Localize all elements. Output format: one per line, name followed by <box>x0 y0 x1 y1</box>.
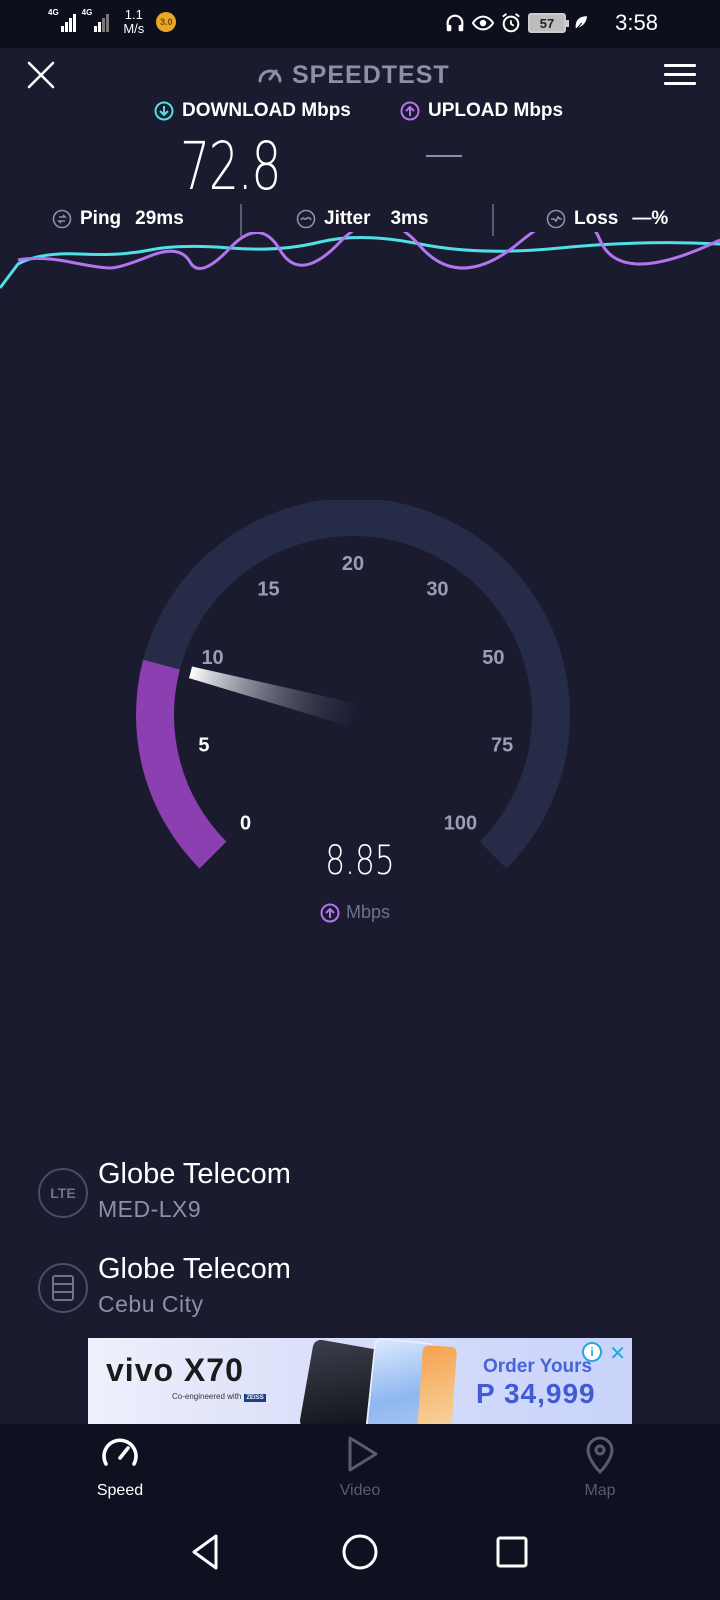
gauge-tick-label: 75 <box>491 735 513 757</box>
nav-map[interactable]: Map <box>540 1432 660 1500</box>
isp-provider[interactable]: LTE Globe Telecom MED-LX9 <box>38 1158 678 1238</box>
signal-strength-2-icon: 4G <box>82 8 110 32</box>
clock: 3:58 <box>615 10 658 35</box>
nav-video[interactable]: Video <box>300 1432 420 1500</box>
download-value: 72.8 <box>180 128 281 205</box>
gauge-tick-label: 30 <box>426 579 448 601</box>
jitter-icon <box>296 209 316 229</box>
upload-label: UPLOAD Mbps <box>428 100 564 121</box>
coin-badge-icon: 3.0 <box>156 12 177 32</box>
network-speed-indicator: 1.1 M/s <box>123 8 144 36</box>
headphones-icon <box>446 14 464 32</box>
nav-map-label: Map <box>584 1482 616 1499</box>
ad-tagline-text: Co-engineered with <box>172 1392 242 1401</box>
nav-speed-label: Speed <box>96 1482 144 1499</box>
gauge-fill <box>136 659 227 869</box>
download-arrow-icon <box>154 101 174 121</box>
lte-icon: LTE <box>38 1168 88 1218</box>
jitter-metric: Jitter 3ms <box>296 208 429 230</box>
gauge-tick-label: 5 <box>198 735 209 757</box>
system-navigation-bar <box>0 1510 720 1600</box>
upload-arrow-icon <box>320 903 340 922</box>
ad-info-icon[interactable]: i <box>582 1342 602 1362</box>
server-icon <box>38 1263 88 1313</box>
download-speed-line <box>0 235 720 289</box>
speedometer-logo-icon <box>258 69 282 83</box>
network-type-1: 4G <box>48 8 59 17</box>
download-header: DOWNLOAD Mbps <box>154 100 351 122</box>
upload-arrow-icon <box>400 101 420 121</box>
gauge-tick-label: 0 <box>240 812 251 834</box>
ping-value: 29ms <box>135 208 184 229</box>
server-name: Globe Telecom <box>98 1253 291 1285</box>
loss-metric: Loss —% <box>546 208 668 230</box>
status-bar-left: 4G 4G 1.1 M/s 3.0 <box>48 8 177 36</box>
signal-strength-1-icon: 4G <box>48 8 76 32</box>
close-button[interactable] <box>26 60 56 90</box>
gauge-tick-label: 100 <box>444 812 477 834</box>
gauge-unit-label: Mbps <box>346 902 391 922</box>
nav-video-label: Video <box>339 1482 381 1499</box>
jitter-label: Jitter <box>324 208 371 229</box>
gauge-unit: Mbps <box>320 902 390 923</box>
alarm-icon <box>502 13 520 33</box>
map-pin-icon <box>586 1436 614 1475</box>
gauge-tick-label: 50 <box>482 647 504 669</box>
ad-tagline: Co-engineered with ZEISS <box>172 1392 266 1402</box>
ad-phone-image <box>416 1344 458 1424</box>
menu-button[interactable] <box>664 64 696 88</box>
speedometer-icon <box>102 1438 138 1466</box>
back-icon[interactable] <box>184 1530 228 1574</box>
status-bar-right: 57 <box>444 12 590 34</box>
loss-icon <box>546 209 566 229</box>
ad-brand: vivo X70 <box>106 1352 244 1388</box>
bottom-nav: Speed Video Map <box>0 1424 720 1510</box>
gauge-needle <box>189 666 357 727</box>
ping-metric: Ping 29ms <box>52 208 184 230</box>
ping-icon <box>52 209 72 229</box>
app-title: SPEEDTEST <box>256 58 450 92</box>
eye-icon <box>472 15 494 31</box>
ad-price: P 34,999 <box>476 1378 596 1409</box>
device-model: MED-LX9 <box>98 1196 202 1222</box>
ad-cta-heading: Order Yours <box>483 1356 593 1377</box>
jitter-value: 3ms <box>390 208 429 229</box>
gauge-tick-label: 20 <box>342 553 364 575</box>
ad-close-icon[interactable]: ✕ <box>609 1341 626 1366</box>
nav-speed[interactable]: Speed <box>60 1432 180 1500</box>
gauge-tick-label: 10 <box>201 647 223 669</box>
status-bar: 4G 4G 1.1 M/s 3.0 57 3:58 <box>0 0 720 48</box>
loss-value: —% <box>632 208 669 229</box>
battery-indicator: 57 <box>528 13 569 33</box>
ad-partner-logo: ZEISS <box>244 1394 266 1402</box>
gauge-tick-label: 15 <box>257 579 279 601</box>
recents-icon[interactable] <box>490 1530 534 1574</box>
network-speed-unit: M/s <box>123 21 145 36</box>
leaf-icon <box>575 16 587 31</box>
test-server[interactable]: Globe Telecom Cebu City <box>38 1253 678 1333</box>
upload-value-placeholder <box>426 155 462 157</box>
upload-header: UPLOAD Mbps <box>400 100 563 122</box>
app-title-text: SPEEDTEST <box>292 60 450 89</box>
network-speed-value: 1.1 <box>124 7 143 22</box>
ping-label: Ping <box>80 208 122 229</box>
isp-name: Globe Telecom <box>98 1158 291 1190</box>
download-label: DOWNLOAD Mbps <box>182 100 351 121</box>
loss-label: Loss <box>574 208 619 229</box>
play-icon <box>348 1436 378 1472</box>
ad-banner[interactable]: vivo X70 Co-engineered with ZEISS Order Y… <box>88 1338 632 1424</box>
network-type-2: 4G <box>81 8 93 17</box>
speed-history-graph <box>0 232 720 289</box>
home-icon[interactable] <box>338 1530 382 1574</box>
server-location: Cebu City <box>98 1291 204 1317</box>
gauge-value: 8.85 <box>325 838 395 884</box>
